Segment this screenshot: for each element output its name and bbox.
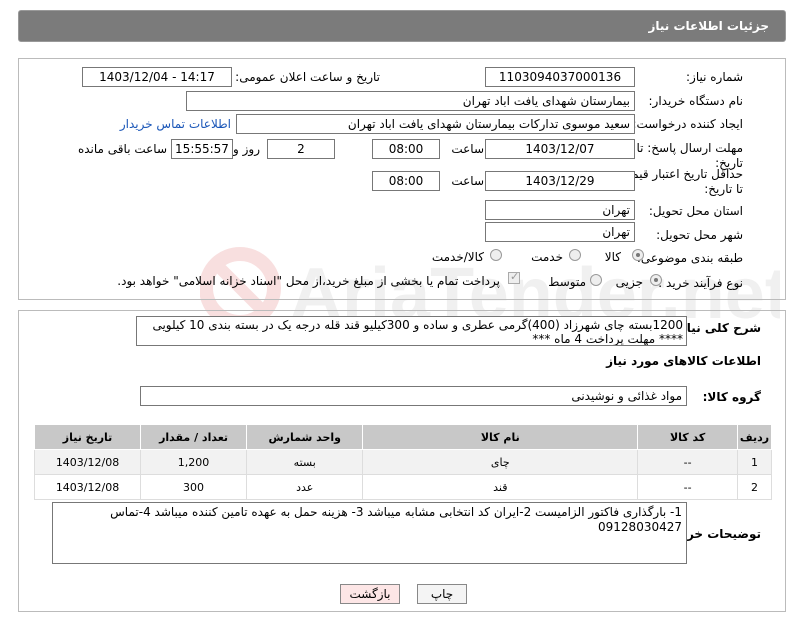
payment-note: پرداخت تمام یا بخشی از مبلغ خرید،از محل … (117, 274, 500, 288)
cell-unit: عدد (246, 474, 364, 500)
process-option-minor: جزیی (615, 275, 643, 289)
table-row: 1 -- چای بسته 1,200 1403/12/08 (33, 449, 772, 475)
summary-line-1: 1200بسته چای شهرزاد (400)گرمی عطری و ساد… (152, 318, 683, 332)
buyer-contact-link[interactable]: اطلاعات تماس خریدار (120, 117, 231, 131)
buyer-notes-line-1: 1- بارگذاری فاکتور الزامیست 2-ایران کد ا… (110, 505, 682, 519)
buyer-notes-textarea[interactable]: 1- بارگذاری فاکتور الزامیست 2-ایران کد ا… (52, 502, 687, 564)
category-radio-goods-service[interactable] (490, 249, 502, 261)
deadline-date-field: 1403/12/07 (485, 139, 635, 159)
col-row: ردیف (737, 424, 772, 450)
table-row: 2 -- قند عدد 300 1403/12/08 (33, 474, 772, 500)
goods-table: ردیف کد کالا نام کالا واحد شمارش تعداد /… (33, 424, 772, 500)
treasury-checkbox[interactable] (508, 270, 520, 284)
days-label: روز و (233, 142, 260, 156)
requester-label: ایجاد کننده درخواست: (632, 117, 743, 131)
province-field: تهران (485, 200, 635, 220)
category-option-service: خدمت (531, 250, 563, 264)
province-label: استان محل تحویل: (648, 204, 743, 218)
summary-textarea[interactable]: 1200بسته چای شهرزاد (400)گرمی عطری و ساد… (136, 316, 687, 346)
need-number-label: شماره نیاز: (686, 70, 743, 84)
process-radio-minor[interactable] (650, 274, 662, 286)
process-label: نوع فرآیند خرید : (658, 276, 743, 290)
category-option-goods: کالا (604, 250, 621, 264)
col-date: تاریخ نیاز (33, 424, 142, 450)
page-title: جزئیات اطلاعات نیاز (648, 19, 769, 33)
cell-name: قند (362, 474, 639, 500)
validity-date-field: 1403/12/29 (485, 171, 635, 191)
deadline-time-label: ساعت (451, 142, 484, 156)
city-field: تهران (485, 222, 635, 242)
cell-code: -- (637, 474, 739, 500)
category-radio-service[interactable] (569, 249, 581, 261)
table-header-row: ردیف کد کالا نام کالا واحد شمارش تعداد /… (33, 424, 772, 450)
category-label: طبقه بندی موضوعی: (636, 251, 743, 265)
col-name: نام کالا (362, 424, 639, 450)
cell-qty: 1,200 (140, 449, 248, 475)
deadline-time-field: 08:00 (372, 139, 440, 159)
category-option-goods-service: کالا/خدمت (431, 250, 484, 264)
buyer-org-label: نام دستگاه خریدار: (648, 94, 744, 108)
city-label: شهر محل تحویل: (656, 228, 743, 242)
process-radio-medium[interactable] (590, 274, 602, 286)
col-unit: واحد شمارش (246, 424, 364, 450)
buyer-org-field: بیمارستان شهدای یافت اباد تهران (186, 91, 635, 111)
cell-date: 1403/12/08 (33, 449, 142, 475)
col-code: کد کالا (637, 424, 739, 450)
days-field: 2 (267, 139, 335, 159)
cell-date: 1403/12/08 (33, 474, 142, 500)
buyer-notes-line-2: 09128030427 (598, 520, 682, 534)
cell-name: چای (362, 449, 639, 475)
need-number-field: 1103094037000136 (485, 67, 635, 87)
print-button[interactable]: چاپ (417, 584, 467, 604)
announce-field: 1403/12/04 - 14:17 (82, 67, 232, 87)
category-radio-goods[interactable] (632, 249, 644, 261)
summary-label: شرح کلی نیاز: (675, 321, 761, 335)
cell-row: 2 (737, 474, 772, 500)
validity-time-label: ساعت (451, 174, 484, 188)
remaining-label: ساعت باقی مانده (77, 142, 167, 156)
cell-unit: بسته (246, 449, 364, 475)
cell-row: 1 (737, 449, 772, 475)
goods-group-label: گروه کالا: (702, 390, 761, 404)
page-header: جزئیات اطلاعات نیاز (18, 10, 786, 42)
summary-line-2: **** مهلت پرداخت 4 ماه *** (532, 332, 683, 346)
back-button[interactable]: بازگشت (340, 584, 400, 604)
process-option-medium: متوسط (548, 275, 586, 289)
goods-section-title: اطلاعات کالاهای مورد نیاز (606, 354, 761, 368)
goods-group-field: مواد غذائی و نوشیدنی (140, 386, 687, 406)
cell-code: -- (637, 449, 739, 475)
col-qty: تعداد / مقدار (140, 424, 248, 450)
remaining-time-field: 15:55:57 (171, 139, 233, 159)
requester-field: سعید موسوی تدارکات بیمارستان شهدای یافت … (236, 114, 635, 134)
cell-qty: 300 (140, 474, 248, 500)
validity-time-field: 08:00 (372, 171, 440, 191)
announce-label: تاریخ و ساعت اعلان عمومی: (235, 70, 380, 84)
